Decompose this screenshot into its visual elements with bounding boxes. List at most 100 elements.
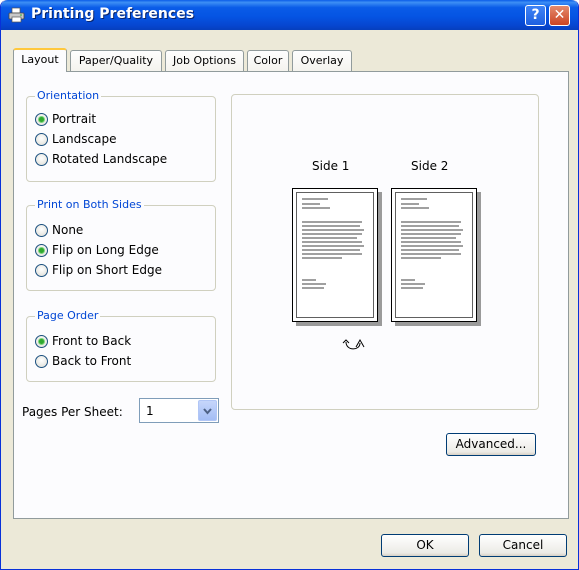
help-icon: ? xyxy=(531,7,540,23)
text-line xyxy=(302,229,364,231)
text-line xyxy=(302,207,330,209)
radio-flip-short-edge[interactable]: Flip on Short Edge xyxy=(35,262,162,278)
text-line xyxy=(401,198,427,200)
text-line xyxy=(302,253,362,255)
text-line xyxy=(401,257,441,259)
layout-preview: Side 1 Side 2 xyxy=(231,94,539,410)
pages-per-sheet-select[interactable]: 1 xyxy=(139,398,219,423)
side-1-page-preview xyxy=(292,188,378,322)
tab-label: Paper/Quality xyxy=(78,54,154,67)
radio-button-checked[interactable] xyxy=(35,112,48,126)
button-label: Advanced... xyxy=(455,437,527,451)
radio-front-to-back[interactable]: Front to Back xyxy=(35,333,131,349)
tab-layout[interactable]: Layout xyxy=(13,48,67,72)
radio-back-to-front[interactable]: Back to Front xyxy=(35,353,131,369)
text-line xyxy=(401,245,463,247)
text-line xyxy=(302,287,324,289)
radio-landscape[interactable]: Landscape xyxy=(35,131,116,147)
group-title: Print on Both Sides xyxy=(35,198,144,211)
print-both-sides-group: Print on Both Sides None Flip on Long Ed… xyxy=(26,198,216,291)
radio-label: Front to Back xyxy=(52,334,132,348)
text-line xyxy=(302,249,360,251)
radio-button[interactable] xyxy=(35,223,48,237)
radio-button-checked[interactable] xyxy=(35,334,48,348)
orientation-group: Orientation Portrait Landscape Rotated L… xyxy=(26,89,216,182)
close-icon: ✕ xyxy=(553,7,566,23)
tab-label: Job Options xyxy=(173,54,236,67)
page-border xyxy=(296,192,374,318)
radio-label: Landscape xyxy=(52,132,117,146)
text-line xyxy=(401,203,419,205)
radio-label: Flip on Short Edge xyxy=(52,263,162,277)
radio-portrait[interactable]: Portrait xyxy=(35,111,96,127)
radio-button[interactable] xyxy=(35,263,48,277)
radio-button[interactable] xyxy=(35,354,48,368)
text-line xyxy=(302,237,357,239)
radio-label: Flip on Long Edge xyxy=(52,243,159,257)
text-line xyxy=(401,279,415,281)
dropdown-button[interactable] xyxy=(198,400,217,421)
button-label: OK xyxy=(416,538,434,552)
text-line xyxy=(302,283,326,285)
tab-overlay[interactable]: Overlay xyxy=(292,50,352,71)
tab-paper-quality[interactable]: Paper/Quality xyxy=(70,50,162,71)
tab-job-options[interactable]: Job Options xyxy=(165,50,244,71)
radio-label: Back to Front xyxy=(52,354,132,368)
tab-color[interactable]: Color xyxy=(247,50,289,71)
text-line xyxy=(401,253,461,255)
radio-button[interactable] xyxy=(35,152,48,166)
pages-per-sheet-label: Pages Per Sheet: xyxy=(22,405,123,419)
radio-flip-long-edge[interactable]: Flip on Long Edge xyxy=(35,242,159,258)
text-line xyxy=(401,229,463,231)
side-2-page-preview xyxy=(391,188,477,322)
text-line xyxy=(302,198,328,200)
text-line xyxy=(401,249,459,251)
text-line xyxy=(401,283,425,285)
button-label: Cancel xyxy=(502,538,544,552)
group-title: Page Order xyxy=(35,309,101,322)
title-bar[interactable]: Printing Preferences ? ✕ xyxy=(1,0,578,30)
text-line xyxy=(401,221,461,223)
text-line xyxy=(302,225,360,227)
layout-tab-panel: Orientation Portrait Landscape Rotated L… xyxy=(13,71,569,519)
window-title: Printing Preferences xyxy=(31,6,195,22)
tab-label: Layout xyxy=(21,53,59,66)
text-line xyxy=(302,279,316,281)
radio-button[interactable] xyxy=(35,132,48,146)
close-button[interactable]: ✕ xyxy=(549,5,570,26)
text-line xyxy=(302,233,362,235)
radio-label: None xyxy=(52,223,84,237)
text-line xyxy=(401,207,429,209)
text-line xyxy=(401,287,423,289)
group-title: Orientation xyxy=(35,89,102,102)
radio-label: Rotated Landscape xyxy=(52,152,168,166)
radio-none[interactable]: None xyxy=(35,222,83,238)
chevron-down-icon xyxy=(203,408,212,415)
tab-label: Color xyxy=(253,54,283,67)
text-line xyxy=(302,221,362,223)
side-2-label: Side 2 xyxy=(411,159,449,173)
printer-icon xyxy=(8,7,25,23)
cancel-button[interactable]: Cancel xyxy=(479,534,567,557)
help-button[interactable]: ? xyxy=(525,5,546,26)
page-border xyxy=(395,192,473,318)
radio-label: Portrait xyxy=(52,112,97,126)
text-line xyxy=(401,241,461,243)
side-1-label: Side 1 xyxy=(312,159,350,173)
text-line xyxy=(302,241,362,243)
pages-per-sheet-value: 1 xyxy=(146,404,154,418)
printing-preferences-dialog: Printing Preferences ? ✕ Layout Paper/Qu… xyxy=(0,0,579,570)
flip-long-edge-icon xyxy=(342,338,365,350)
ok-button[interactable]: OK xyxy=(381,534,469,557)
text-line xyxy=(401,225,459,227)
page-order-group: Page Order Front to Back Back to Front xyxy=(26,309,216,382)
radio-rotated-landscape[interactable]: Rotated Landscape xyxy=(35,151,167,167)
text-line xyxy=(302,257,342,259)
text-line xyxy=(302,245,364,247)
text-line xyxy=(401,237,456,239)
text-line xyxy=(401,233,461,235)
advanced-button[interactable]: Advanced... xyxy=(446,433,536,456)
radio-button-checked[interactable] xyxy=(35,243,48,257)
tab-label: Overlay xyxy=(300,54,344,67)
text-line xyxy=(302,203,320,205)
